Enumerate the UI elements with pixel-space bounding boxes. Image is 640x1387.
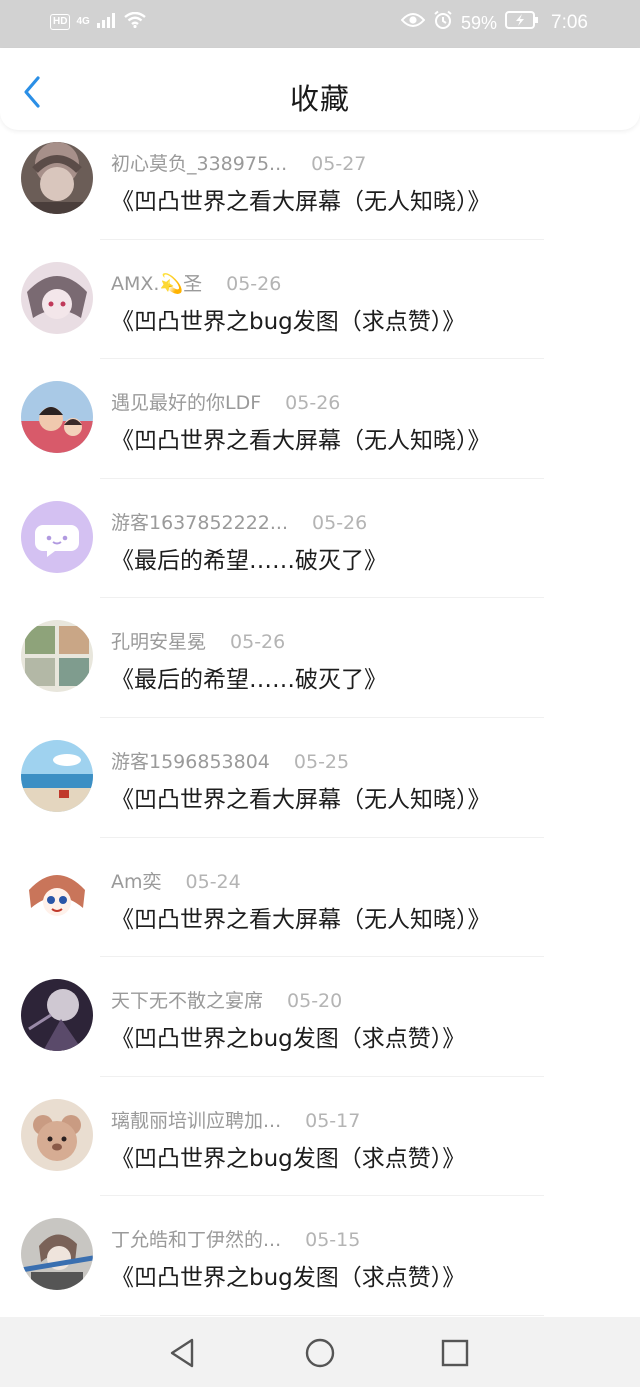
item-date: 05-15 [305,1229,361,1252]
item-title[interactable]: 《凹凸世界之看大屏幕（无人知晓）》 [111,421,491,455]
item-date: 05-20 [287,990,343,1013]
item-date: 05-26 [226,272,282,295]
item-username[interactable]: 璃靓丽培训应聘加... [111,1106,281,1133]
avatar [21,620,93,693]
item-meta: 游客1637852222... 05-26 [111,508,367,535]
list-item[interactable]: 天下无不散之宴席 05-20 《凹凸世界之bug发图（求点赞）》 [0,957,640,1077]
battery-percent: 59% [460,12,498,33]
item-date: 05-27 [311,153,367,175]
item-date: 05-17 [305,1109,361,1132]
avatar [21,1098,93,1171]
avatar [21,1218,93,1291]
item-title[interactable]: 《最后的希望……破灭了》 [111,541,387,575]
system-nav-bar [0,1317,640,1387]
item-title[interactable]: 《凹凸世界之看大屏幕（无人知晓）》 [111,780,491,814]
list-item[interactable]: 游客1596853804 05-25 《凹凸世界之看大屏幕（无人知晓）》 [0,718,640,838]
item-meta: 璃靓丽培训应聘加... 05-17 [111,1106,360,1133]
item-date: 05-26 [285,392,341,415]
item-meta: 游客1596853804 05-25 [111,747,349,774]
alarm-icon [433,10,453,36]
item-title[interactable]: 《凹凸世界之bug发图（求点赞）》 [111,1019,465,1053]
item-meta: 初心莫负_338975... 05-27 [111,149,366,176]
item-date: 05-26 [312,511,368,534]
screen: HD 4G 59% 7:06 收藏 初心莫负_338975... 05-27 《… [0,0,640,1387]
circle-home-icon [305,1338,335,1368]
item-date: 05-24 [185,870,241,893]
network-type: 4G [76,15,90,27]
status-right: 59% 7:06 [400,10,588,36]
avatar [21,500,93,573]
avatar [21,739,93,812]
clock-time: 7:06 [551,12,588,33]
nav-back-button[interactable] [166,1336,200,1370]
list-item[interactable]: 丁允皓和丁伊然的... 05-15 《凹凸世界之bug发图（求点赞）》 [0,1196,640,1316]
item-username[interactable]: 孔明安星冕 [111,627,206,654]
item-username[interactable]: 游客1596853804 [111,747,270,774]
item-username[interactable]: AMX.💫圣 [111,269,202,296]
avatar [21,142,93,214]
item-username[interactable]: 遇见最好的你LDF [111,388,261,415]
item-username[interactable]: Am奕 [111,867,162,894]
page-title: 收藏 [289,82,350,116]
wifi-icon [124,11,146,31]
list-item[interactable]: Am奕 05-24 《凹凸世界之看大屏幕（无人知晓）》 [0,838,640,958]
list-item[interactable]: 璃靓丽培训应聘加... 05-17 《凹凸世界之bug发图（求点赞）》 [0,1077,640,1197]
list-item[interactable]: 孔明安星冕 05-26 《最后的希望……破灭了》 [0,598,640,718]
item-title[interactable]: 《凹凸世界之看大屏幕（无人知晓）》 [111,182,491,216]
item-username[interactable]: 丁允皓和丁伊然的... [111,1225,281,1252]
item-meta: 遇见最好的你LDF 05-26 [111,388,340,415]
item-title[interactable]: 《凹凸世界之bug发图（求点赞）》 [111,1139,465,1173]
item-title[interactable]: 《凹凸世界之看大屏幕（无人知晓）》 [111,900,491,934]
battery-charging-icon [505,11,539,35]
nav-home-button[interactable] [303,1336,337,1370]
item-username[interactable]: 天下无不散之宴席 [111,986,263,1013]
item-meta: Am奕 05-24 [111,867,241,894]
item-username[interactable]: 初心莫负_338975... [111,149,287,176]
item-title[interactable]: 《凹凸世界之bug发图（求点赞）》 [111,1258,465,1292]
triangle-back-icon [170,1338,194,1368]
status-left: HD 4G [50,11,146,31]
square-recents-icon [441,1339,469,1367]
avatar [21,979,93,1052]
item-meta: 丁允皓和丁伊然的... 05-15 [111,1225,360,1252]
item-date: 05-26 [230,631,286,654]
list-item[interactable]: 游客1637852222... 05-26 《最后的希望……破灭了》 [0,479,640,599]
item-title[interactable]: 《凹凸世界之bug发图（求点赞）》 [111,302,465,336]
signal-icon [96,12,118,31]
item-date: 05-25 [293,750,350,773]
avatar [21,261,93,334]
item-username[interactable]: 游客1637852222... [111,508,288,535]
nav-recents-button[interactable] [438,1336,472,1370]
item-meta: 天下无不散之宴席 05-20 [111,986,342,1013]
item-meta: AMX.💫圣 05-26 [111,269,281,296]
list-item[interactable]: AMX.💫圣 05-26 《凹凸世界之bug发图（求点赞）》 [0,240,640,360]
list-item[interactable]: 遇见最好的你LDF 05-26 《凹凸世界之看大屏幕（无人知晓）》 [0,359,640,479]
eye-icon [400,12,426,34]
status-bar: HD 4G 59% 7:06 [0,0,640,48]
avatar [21,859,93,932]
list-item[interactable]: 初心莫负_338975... 05-27 《凹凸世界之看大屏幕（无人知晓）》 [0,120,640,240]
item-meta: 孔明安星冕 05-26 [111,627,285,654]
hd-badge: HD [50,13,71,30]
avatar [21,381,93,454]
item-title[interactable]: 《最后的希望……破灭了》 [111,660,387,694]
header: 收藏 [0,48,640,130]
divider [100,1314,544,1316]
favorites-list: 初心莫负_338975... 05-27 《凹凸世界之看大屏幕（无人知晓）》 A… [0,120,640,1316]
